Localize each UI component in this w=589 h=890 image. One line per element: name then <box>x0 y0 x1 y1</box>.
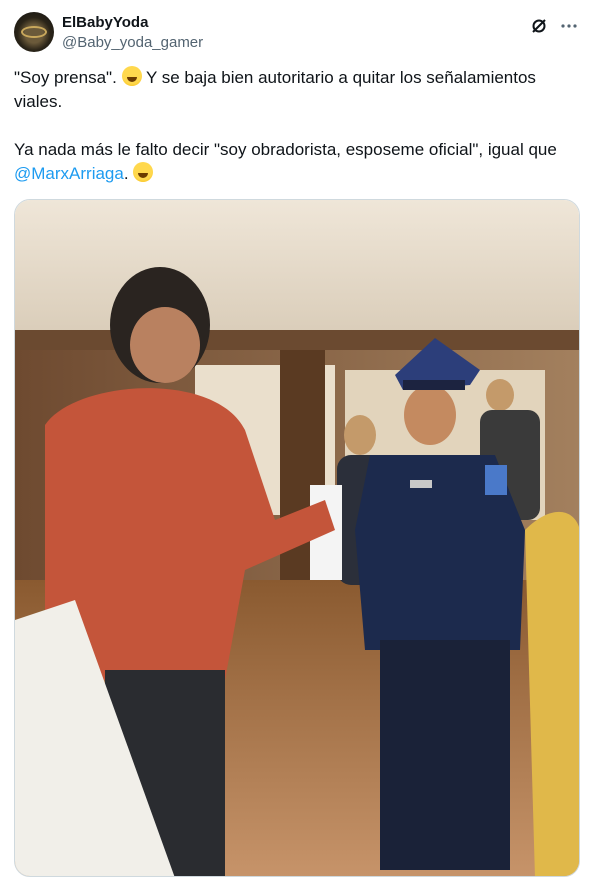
laughing-tears-emoji-icon <box>121 66 142 86</box>
body-text-3: . <box>123 164 129 183</box>
author-names: ElBabyYoda @Baby_yoda_gamer <box>62 13 203 53</box>
tweet-header: ElBabyYoda @Baby_yoda_gamer <box>14 12 579 56</box>
tweet-paragraph-1: "Soy prensa". Y se baja bien autoritario… <box>14 66 574 114</box>
media-image[interactable] <box>14 199 580 877</box>
header-actions <box>529 14 579 38</box>
more-icon[interactable] <box>559 16 579 36</box>
tweet-paragraph-2: Ya nada más le falto decir "soy obradori… <box>14 138 574 186</box>
rolling-laughing-emoji-icon <box>133 162 154 182</box>
body-text-2: Ya nada más le falto decir "soy obradori… <box>14 140 557 159</box>
display-name[interactable]: ElBabyYoda <box>62 13 203 33</box>
avatar[interactable] <box>14 12 54 52</box>
tweet-text: "Soy prensa". Y se baja bien autoritario… <box>14 66 574 186</box>
quote-text: "Soy prensa". <box>14 68 117 87</box>
tweet: ElBabyYoda @Baby_yoda_gamer "Soy prensa"… <box>0 0 589 890</box>
video-still <box>15 200 579 876</box>
mention-link[interactable]: @MarxArriaga <box>14 164 124 183</box>
grok-icon[interactable] <box>529 16 549 36</box>
handle[interactable]: @Baby_yoda_gamer <box>62 33 203 53</box>
